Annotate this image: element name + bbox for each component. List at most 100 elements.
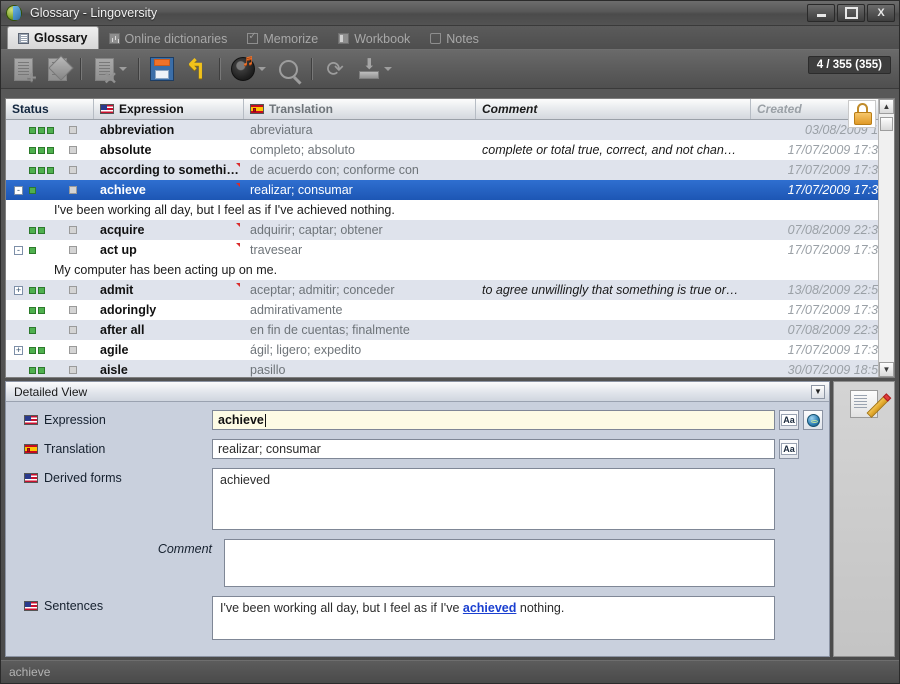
row-checkbox[interactable] — [69, 286, 77, 294]
collapse-panel-button[interactable]: ▼ — [811, 384, 825, 399]
table-row[interactable]: + admit aceptar; admitir; conceder to agree… — [6, 280, 894, 300]
save-button[interactable] — [146, 54, 178, 84]
collapse-icon[interactable]: - — [14, 245, 23, 255]
audio-dropdown-caret-icon[interactable] — [258, 67, 266, 71]
table-row[interactable]: aisle pasillo 30/07/2009 18:50 — [6, 360, 894, 377]
cell-status — [6, 326, 94, 335]
new-entry-button[interactable]: + — [7, 54, 39, 86]
table-row[interactable]: absolute completo; absoluto complete or to… — [6, 140, 894, 160]
flag-es-icon — [250, 104, 264, 114]
minimize-button[interactable] — [807, 4, 835, 22]
translation-format-button[interactable]: Aa — [779, 439, 799, 459]
undo-button[interactable]: ↰ — [180, 54, 212, 84]
tab-glossary[interactable]: Glossary — [7, 26, 99, 49]
cell-translation: adquirir; captar; obtener — [250, 223, 383, 237]
padlock-icon[interactable] — [848, 100, 876, 128]
import-export-button[interactable] — [353, 54, 385, 84]
table-row[interactable]: - act up travesear 17/07/2009 17:39 — [6, 240, 894, 260]
expand-icon[interactable]: + — [14, 285, 23, 295]
row-checkbox[interactable] — [69, 346, 77, 354]
expand-icon[interactable]: + — [14, 345, 23, 355]
table-row[interactable]: acquire adquirir; captar; obtener 07/08/20… — [6, 220, 894, 240]
table-row[interactable]: adoringly admirativamente 17/07/2009 17:39 — [6, 300, 894, 320]
red-marker-icon — [235, 223, 240, 227]
table-row[interactable]: + agile ágil; ligero; expedito 17/07/2009 1… — [6, 340, 894, 360]
expression-format-button[interactable]: Aa — [779, 410, 799, 430]
cell-created: 17/07/2009 17:39 — [787, 303, 885, 317]
translation-input[interactable]: realizar; consumar — [212, 439, 775, 459]
refresh-button[interactable]: ⟳ — [319, 54, 351, 84]
floppy-disk-icon — [150, 57, 174, 81]
row-checkbox[interactable] — [69, 246, 77, 254]
expression-input[interactable]: achieve — [212, 410, 775, 430]
cell-created: 17/07/2009 17:39 — [787, 243, 885, 257]
sentences-textarea[interactable]: I've been working all day, but I feel as… — [212, 596, 775, 640]
delete-dropdown-caret-icon[interactable] — [119, 67, 127, 71]
field-derived-forms-control: achieved — [212, 468, 823, 530]
table-row[interactable]: after all en fin de cuentas; finalmente 07… — [6, 320, 894, 340]
row-checkbox[interactable] — [69, 226, 77, 234]
pencil-edit-icon[interactable] — [850, 390, 889, 418]
row-checkbox[interactable] — [69, 126, 77, 134]
red-marker-icon — [235, 163, 240, 167]
cell-created: 30/07/2009 18:50 — [787, 363, 885, 377]
row-checkbox[interactable] — [69, 326, 77, 334]
row-checkbox[interactable] — [69, 166, 77, 174]
tab-online-dictionaries[interactable]: Online dictionaries — [99, 28, 238, 49]
close-button[interactable]: X — [867, 4, 895, 22]
tab-notes[interactable]: Notes — [420, 28, 489, 49]
edit-entry-button[interactable] — [41, 54, 74, 84]
column-header-expression[interactable]: Expression — [94, 99, 244, 119]
table-vertical-scrollbar[interactable]: ▲ ▼ — [878, 99, 894, 377]
tab-memorize[interactable]: Memorize — [237, 28, 328, 49]
app-logo-icon — [6, 5, 22, 21]
twisty-placeholder — [14, 306, 23, 315]
cell-status — [6, 306, 94, 315]
refresh-icon: ⟳ — [326, 57, 344, 81]
status-square-icon — [38, 346, 45, 354]
cell-created: 07/08/2009 22:37 — [787, 323, 885, 337]
cell-comment: complete or total true, correct, and not… — [482, 143, 737, 157]
maximize-button[interactable] — [837, 4, 865, 22]
table-row[interactable]: according to somethi… de acuerdo con; con… — [6, 160, 894, 180]
sentence-prefix: I've been working all day, but I feel as… — [220, 601, 463, 615]
collapse-icon[interactable]: - — [14, 185, 23, 195]
column-header-status[interactable]: Status — [6, 99, 94, 119]
column-header-comment[interactable]: Comment — [476, 99, 751, 119]
table-row[interactable]: - achieve realizar; consumar 17/07/2009 17:… — [6, 180, 894, 200]
cell-status — [6, 146, 94, 155]
delete-entry-button[interactable]: ✕ — [88, 54, 120, 87]
derived-forms-textarea[interactable]: achieved — [212, 468, 775, 530]
row-checkbox[interactable] — [69, 146, 77, 154]
status-badge — [29, 186, 61, 194]
document-add-icon: + — [13, 57, 37, 86]
table-sentence-text: I've been working all day, but I feel as… — [54, 203, 395, 217]
sentence-keyword-link[interactable]: achieved — [463, 601, 517, 615]
table-row[interactable]: abbreviation abreviatura 03/08/2009 14 — [6, 120, 894, 140]
tab-workbook[interactable]: Workbook — [328, 28, 420, 49]
search-button[interactable] — [272, 54, 304, 84]
cell-translation: completo; absoluto — [250, 143, 355, 157]
audio-button[interactable] — [227, 52, 259, 84]
field-translation-row: Translation realizar; consumar Aa — [6, 439, 829, 459]
column-header-translation[interactable]: Translation — [244, 99, 476, 119]
detailed-view-panel: Detailed View ▼ Expression achieve Aa Tr… — [5, 381, 830, 657]
status-square-icon — [38, 306, 45, 314]
field-comment-row: Comment — [6, 539, 829, 587]
row-checkbox[interactable] — [69, 186, 77, 194]
scroll-up-button[interactable]: ▲ — [879, 99, 894, 114]
scrollbar-thumb[interactable] — [880, 117, 893, 131]
text-cursor — [264, 413, 266, 427]
field-expression-label: Expression — [44, 413, 106, 427]
row-checkbox[interactable] — [69, 366, 77, 374]
column-header-translation-label: Translation — [269, 102, 334, 116]
format-aa-label: Aa — [781, 443, 797, 455]
import-dropdown-caret-icon[interactable] — [384, 67, 392, 71]
expression-lookup-button[interactable] — [803, 410, 823, 430]
status-square-icon — [29, 346, 36, 354]
scroll-down-button[interactable]: ▼ — [879, 362, 894, 377]
comment-textarea[interactable] — [224, 539, 775, 587]
title-bar: Glossary - Lingoversity X — [1, 1, 899, 26]
bars-icon — [108, 33, 120, 44]
row-checkbox[interactable] — [69, 306, 77, 314]
